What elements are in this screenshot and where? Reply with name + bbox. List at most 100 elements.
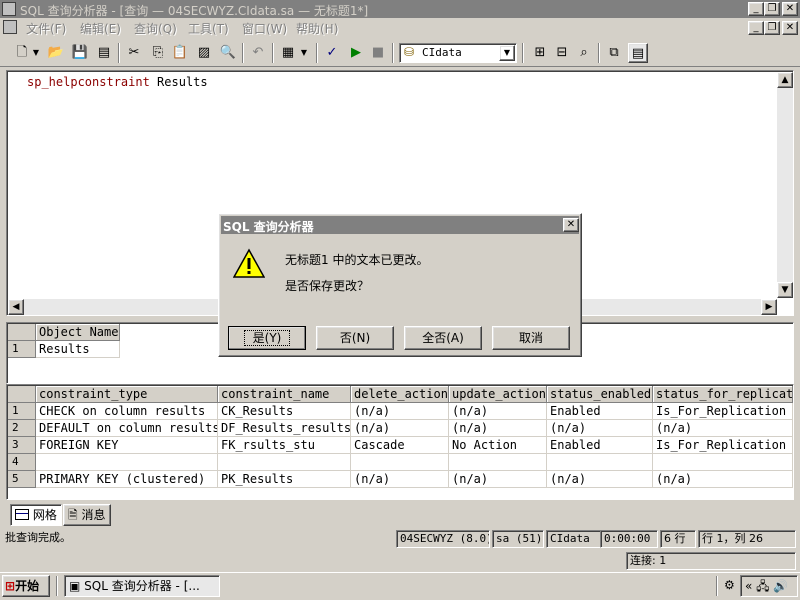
table-cell[interactable]: DEFAULT on column results — [36, 420, 218, 437]
clear-window-icon[interactable]: ▨ — [194, 43, 214, 63]
row-number[interactable]: 2 — [8, 420, 36, 437]
table-cell[interactable] — [218, 454, 351, 471]
row-number[interactable]: 1 — [8, 341, 36, 358]
table-cell[interactable]: CK_Results — [218, 403, 351, 420]
table-cell[interactable]: DF_Results_results — [218, 420, 351, 437]
doc-minimize-button[interactable]: _ — [748, 21, 764, 35]
status-message: 批查询完成。 — [5, 531, 71, 544]
column-header[interactable]: status_enabled — [547, 386, 653, 403]
copy-icon[interactable]: ⎘ — [148, 43, 168, 63]
table-cell[interactable]: (n/a) — [449, 420, 547, 437]
menu-help[interactable]: 帮助(H) — [296, 20, 338, 37]
menu-tools[interactable]: 工具(T) — [188, 20, 229, 37]
insert-template-icon[interactable]: ▤ — [94, 43, 114, 63]
results-mode-dropdown-icon[interactable]: ▼ — [298, 43, 310, 63]
display-plan-icon[interactable]: ⊞ — [530, 43, 550, 63]
tab-messages[interactable]: 🗎 消息 — [63, 504, 111, 526]
table-cell[interactable]: PRIMARY KEY (clustered) — [36, 471, 218, 488]
menu-window[interactable]: 窗口(W) — [242, 20, 287, 37]
column-header[interactable]: update_action — [449, 386, 547, 403]
menu-edit[interactable]: 编辑(E) — [80, 20, 121, 37]
table-cell[interactable]: Enabled — [547, 403, 653, 420]
table-cell[interactable] — [36, 454, 218, 471]
scroll-left-icon[interactable]: ◀ — [8, 299, 24, 315]
editor-vertical-scrollbar[interactable]: ▲ ▼ — [777, 72, 793, 298]
table-cell[interactable]: CHECK on column results — [36, 403, 218, 420]
table-cell[interactable]: (n/a) — [547, 420, 653, 437]
column-header[interactable]: Object Name — [36, 324, 120, 341]
doc-restore-button[interactable]: ❐ — [764, 21, 780, 35]
network-icon[interactable]: 🖧 — [756, 579, 769, 593]
column-header[interactable]: constraint_name — [218, 386, 351, 403]
table-cell[interactable]: Enabled — [547, 437, 653, 454]
results-mode-icon[interactable]: ▦ — [278, 43, 298, 63]
menu-file[interactable]: 文件(F) — [26, 20, 66, 37]
chevron-left-icon[interactable]: « — [745, 579, 752, 593]
execute-query-icon[interactable]: ▶ — [346, 43, 366, 63]
table-cell[interactable]: (n/a) — [653, 471, 793, 488]
save-icon[interactable]: 💾 — [70, 43, 90, 63]
table-cell[interactable] — [547, 454, 653, 471]
cancel-button[interactable]: 取消 — [492, 326, 570, 350]
scroll-right-icon[interactable]: ▶ — [761, 299, 777, 315]
database-select[interactable]: ⛁ CIdata ▼ — [399, 43, 517, 63]
no-to-all-button[interactable]: 全否(A) — [404, 326, 482, 350]
row-number[interactable]: 3 — [8, 437, 36, 454]
start-button[interactable]: ⊞开始 — [2, 575, 50, 597]
table-cell[interactable]: FK_rsults_stu — [218, 437, 351, 454]
object-search-icon[interactable]: ⌕ — [574, 43, 594, 63]
taskbar-task-sql-query-analyzer[interactable]: ▣ SQL 查询分析器 - [... — [64, 575, 220, 597]
find-icon[interactable]: 🔍 — [218, 43, 238, 63]
tab-grid[interactable]: 网格 — [10, 504, 62, 526]
column-header[interactable]: status_for_replicati — [653, 386, 793, 403]
dialog-close-button[interactable]: ✕ — [563, 218, 579, 232]
row-number[interactable]: 5 — [8, 471, 36, 488]
table-cell[interactable]: Results — [36, 341, 120, 358]
table-cell[interactable]: Is_For_Replication — [653, 403, 793, 420]
cut-icon[interactable]: ✂ — [124, 43, 144, 63]
table-cell[interactable]: (n/a) — [449, 471, 547, 488]
table-cell[interactable]: FOREIGN KEY — [36, 437, 218, 454]
table-cell[interactable]: (n/a) — [449, 403, 547, 420]
table-cell[interactable] — [653, 454, 793, 471]
scroll-down-icon[interactable]: ▼ — [777, 282, 793, 298]
table-cell[interactable]: (n/a) — [547, 471, 653, 488]
no-button[interactable]: 否(N) — [316, 326, 394, 350]
doc-close-button[interactable]: ✕ — [782, 21, 798, 35]
table-cell[interactable] — [351, 454, 449, 471]
table-cell[interactable]: Cascade — [351, 437, 449, 454]
menu-query[interactable]: 查询(Q) — [134, 20, 177, 37]
new-dropdown-icon[interactable]: ▼ — [30, 43, 42, 63]
table-cell[interactable]: PK_Results — [218, 471, 351, 488]
column-header[interactable]: delete_action — [351, 386, 449, 403]
row-number[interactable]: 1 — [8, 403, 36, 420]
table-cell[interactable]: (n/a) — [351, 420, 449, 437]
table-cell[interactable]: Is_For_Replication — [653, 437, 793, 454]
column-header[interactable]: constraint_type — [36, 386, 218, 403]
query-text[interactable]: sp_helpconstraint Results — [27, 75, 208, 89]
table-cell[interactable]: (n/a) — [653, 420, 793, 437]
show-results-pane-icon[interactable]: ▤ — [628, 43, 648, 63]
minimize-button[interactable]: _ — [748, 2, 764, 16]
close-button[interactable]: ✕ — [782, 2, 798, 16]
stop-query-icon[interactable]: ■ — [368, 43, 388, 63]
database-dropdown-icon[interactable]: ▼ — [499, 45, 515, 61]
open-folder-icon[interactable]: 📂 — [46, 43, 66, 63]
paste-icon[interactable]: 📋 — [170, 43, 190, 63]
new-query-icon[interactable]: 🗋 — [12, 43, 32, 63]
table-cell[interactable] — [449, 454, 547, 471]
undo-icon[interactable]: ↶ — [248, 43, 268, 63]
table-cell[interactable]: (n/a) — [351, 403, 449, 420]
sql-service-tray-icon[interactable]: ⚙ — [724, 578, 735, 592]
yes-button[interactable]: 是(Y) — [228, 326, 306, 350]
object-browser-icon[interactable]: ⧉ — [604, 43, 624, 63]
table-cell[interactable]: No Action — [449, 437, 547, 454]
parse-query-icon[interactable]: ✓ — [322, 43, 342, 63]
show-trace-icon[interactable]: ⊟ — [552, 43, 572, 63]
restore-button[interactable]: ❐ — [764, 2, 780, 16]
row-number[interactable]: 4 — [8, 454, 36, 471]
volume-icon[interactable]: 🔊 — [773, 579, 788, 593]
table-cell[interactable]: (n/a) — [351, 471, 449, 488]
scroll-up-icon[interactable]: ▲ — [777, 72, 793, 88]
taskbar: ⊞开始 ▣ SQL 查询分析器 - [... ⚙ « 🖧 🔊 — [0, 572, 800, 600]
